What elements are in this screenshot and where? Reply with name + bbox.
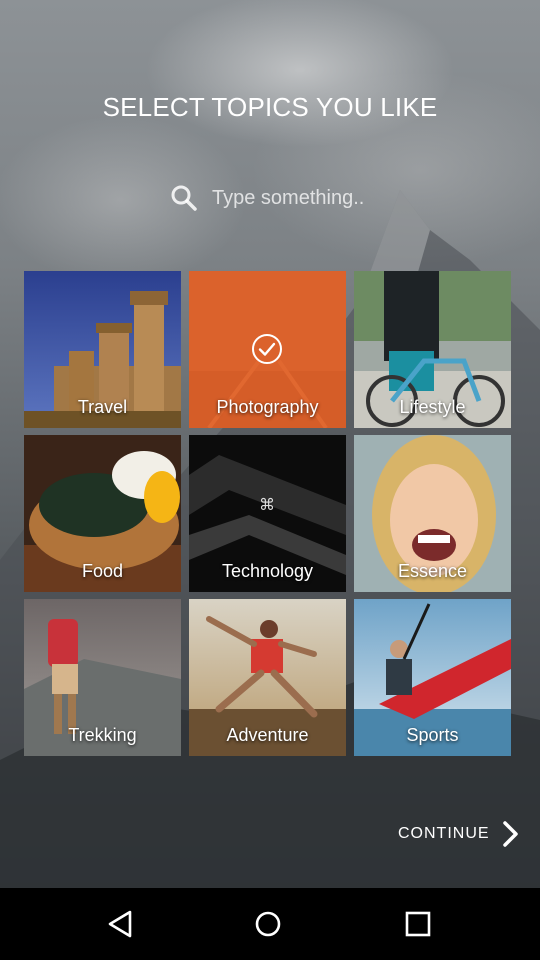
svg-text:⌘: ⌘: [259, 495, 275, 514]
continue-label: CONTINUE: [398, 825, 490, 842]
topic-label: Technology: [221, 561, 314, 581]
topic-tile-technology[interactable]: ⌘ Technology: [189, 435, 346, 592]
topic-tile-travel[interactable]: Travel: [24, 271, 181, 428]
topic-label: Essence: [397, 561, 468, 581]
page-title: SELECT TOPICS YOU LIKE: [102, 92, 438, 122]
topic-tile-food[interactable]: Food: [24, 435, 181, 592]
home-icon[interactable]: [252, 908, 284, 940]
topic-label: Food: [81, 561, 124, 581]
topic-label: Photography: [216, 397, 319, 417]
topic-label: Lifestyle: [399, 397, 466, 417]
topic-label: Travel: [77, 397, 128, 417]
search-bar[interactable]: [170, 180, 410, 216]
topic-tile-trekking[interactable]: Trekking: [24, 599, 181, 756]
search-input[interactable]: [212, 186, 402, 210]
system-nav-bar: [0, 888, 540, 960]
topic-tile-lifestyle[interactable]: Lifestyle: [354, 271, 511, 428]
chevron-right-icon: [502, 821, 518, 847]
topic-label: Sports: [406, 725, 459, 745]
topic-label: Trekking: [68, 725, 137, 745]
topic-tile-adventure[interactable]: Adventure: [189, 599, 346, 756]
recents-icon[interactable]: [402, 908, 434, 940]
search-icon: [171, 185, 197, 211]
back-icon[interactable]: [104, 908, 136, 940]
continue-button[interactable]: CONTINUE: [398, 820, 520, 848]
topic-tile-sports[interactable]: Sports: [354, 599, 511, 756]
topic-tile-photography[interactable]: Photography: [189, 271, 346, 428]
topic-tile-essence[interactable]: Essence: [354, 435, 511, 592]
topic-label: Adventure: [226, 725, 309, 745]
checkmark-icon: [252, 334, 282, 364]
